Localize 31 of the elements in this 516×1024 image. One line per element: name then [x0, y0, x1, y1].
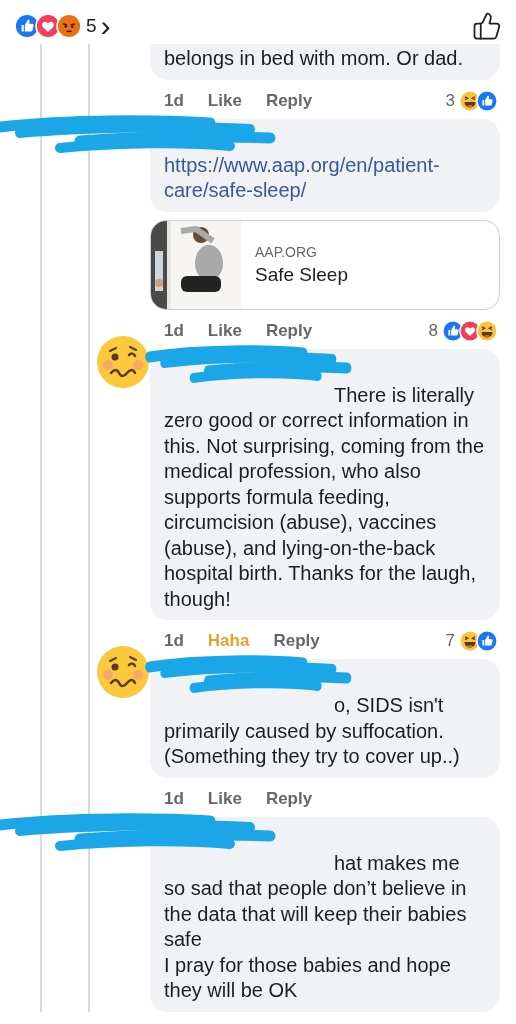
like-link[interactable]: Like	[207, 320, 242, 341]
reply-link[interactable]: Reply	[273, 631, 320, 651]
reaction-count: 7	[445, 631, 455, 651]
like-reaction-icon	[14, 13, 40, 39]
comment-time: 1d	[164, 90, 184, 111]
link-preview-card[interactable]: AAP.ORG Safe Sleep	[150, 219, 500, 310]
comment-time: 1d	[164, 631, 184, 651]
heart-reaction-icon	[35, 13, 61, 39]
reply-link[interactable]: Reply	[265, 788, 313, 809]
like-icon[interactable]	[472, 11, 502, 41]
angry-reaction-icon	[56, 13, 82, 39]
link-domain: AAP.ORG	[255, 243, 318, 260]
comment-text: hat makes me so sad that people don’t believe in the data that will keep their babies safe I pray for those babies and hope they will be OK	[164, 850, 468, 1003]
link-title: Safe Sleep	[255, 263, 348, 286]
comment-time: 1d	[164, 320, 184, 341]
link[interactable]: https://www.aap.org/en/patient-care/safe-sleep/	[164, 152, 464, 204]
reply-link[interactable]: Reply	[265, 320, 313, 341]
laughing-reaction-icon	[476, 319, 498, 342]
reply-link[interactable]: Reply	[265, 90, 313, 111]
reaction-count: 8	[428, 320, 438, 341]
like-reaction-icon	[476, 89, 498, 112]
comment-text: belongs in bed with mom. Or dad.	[164, 46, 465, 71]
chevron-icon[interactable]: ›	[100, 14, 111, 38]
like-link[interactable]: Like	[207, 788, 242, 809]
comment-text: There is literally zero good or correct information in this. Not surprising, coming from the medical profession, who also supports formula feeding, circumcision (abuse), vaccines (abuse), and lying-on-the-back hospital birth. Thanks for the laugh, though!	[164, 382, 486, 612]
reaction-count: 3	[445, 90, 455, 111]
reaction-count[interactable]: 5	[86, 15, 97, 37]
like-link[interactable]: Like	[207, 90, 242, 111]
like-reaction-icon	[476, 630, 498, 652]
comment-text: o, SIDS isn't primarily caused by suffocation. (Something they try to cover up..)	[164, 693, 461, 769]
comment-time: 1d	[164, 788, 184, 809]
